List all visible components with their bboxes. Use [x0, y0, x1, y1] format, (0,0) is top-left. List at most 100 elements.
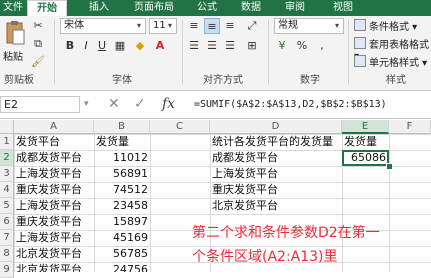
tab-view[interactable]: 视图 — [328, 0, 358, 16]
align-center-icon[interactable]: ☰ — [204, 38, 220, 54]
column-header-c[interactable]: C — [150, 120, 210, 134]
align-middle-icon[interactable]: ≡ — [204, 18, 220, 34]
enter-icon[interactable]: ✓ — [134, 96, 146, 112]
number-format-value: 常规 — [278, 20, 298, 31]
conditional-formatting-button[interactable]: 条件格式 ▾ — [354, 18, 417, 33]
cell-b8[interactable]: 56785 — [96, 246, 148, 262]
tab-data[interactable]: 数据 — [236, 0, 266, 16]
fill-handle[interactable] — [386, 163, 393, 170]
column-header-d[interactable]: D — [210, 120, 342, 134]
row-header[interactable]: 5 — [0, 198, 14, 214]
clipboard-group-label: 剪贴板 — [4, 75, 34, 86]
cell-b4[interactable]: 74512 — [96, 182, 148, 198]
font-name-value: 宋体 — [64, 20, 84, 31]
paste-icon — [6, 21, 25, 45]
format-painter-icon[interactable]: 🖌 — [30, 54, 46, 70]
alignment-group-label: 对齐方式 — [203, 75, 243, 86]
percent-icon[interactable]: % — [294, 38, 310, 54]
cell-d1[interactable]: 统计各发货平台的发货量 — [212, 134, 342, 150]
number-group-label: 数字 — [300, 75, 320, 86]
cut-icon[interactable]: ✂ — [30, 18, 46, 34]
cell-d2[interactable]: 成都发货平台 — [212, 150, 342, 166]
align-bottom-icon[interactable]: ≡ — [222, 18, 238, 34]
align-right-icon[interactable]: ☰ — [222, 38, 238, 54]
border-icon[interactable]: ▦ — [112, 38, 128, 54]
orientation-icon[interactable]: ⤢ — [244, 18, 260, 34]
conditional-formatting-label: 条件格式 — [369, 22, 409, 33]
row-header[interactable]: 8 — [0, 246, 14, 262]
chevron-down-icon: ▾ — [334, 21, 339, 30]
column-header-b[interactable]: B — [94, 120, 150, 134]
cell-b3[interactable]: 56891 — [96, 166, 148, 182]
number-format-select[interactable]: 常规 ▾ — [274, 18, 344, 34]
column-header-f[interactable]: F — [389, 120, 431, 134]
cell-a1[interactable]: 发货平台 — [16, 134, 94, 150]
column-header-e[interactable]: E — [342, 120, 389, 134]
cell-b2[interactable]: 11012 — [96, 150, 148, 166]
cell-d5[interactable]: 北京发货平台 — [212, 198, 342, 214]
select-all-corner[interactable] — [0, 120, 14, 134]
tab-review[interactable]: 审阅 — [280, 0, 310, 16]
copy-icon[interactable]: ⧉ — [30, 36, 46, 52]
cell-styles-button[interactable]: 单元格样式 ▾ — [354, 54, 427, 69]
row-header[interactable]: 1 — [0, 134, 14, 150]
cell-b9[interactable]: 24756 — [96, 262, 148, 272]
gridline — [94, 134, 95, 272]
cell-e1[interactable]: 发货量 — [344, 134, 389, 150]
row-header[interactable]: 4 — [0, 182, 14, 198]
font-name-select[interactable]: 宋体 ▾ — [60, 18, 146, 34]
ribbon-home: 粘贴 ✂ ⧉ 🖌 剪贴板 宋体 ▾ 11 ▾ B I U ▦ ◆ A 字体 ≡ … — [0, 16, 431, 91]
cell-b7[interactable]: 45169 — [96, 230, 148, 246]
cell-d3[interactable]: 上海发货平台 — [212, 166, 342, 182]
cell-b6[interactable]: 15897 — [96, 214, 148, 230]
align-left-icon[interactable]: ☰ — [186, 38, 202, 54]
formula-input[interactable]: =SUMIF($A$2:$A$13,D2,$B$2:$B$13) — [194, 96, 431, 113]
paste-button[interactable]: 粘贴 — [2, 20, 28, 63]
cell-d4[interactable]: 重庆发货平台 — [212, 182, 342, 198]
fill-color-icon[interactable]: ◆ — [132, 38, 148, 54]
cell-a9[interactable]: 北京发货平台 — [16, 262, 94, 272]
currency-icon[interactable]: ¥ — [274, 38, 290, 54]
row-header[interactable]: 2 — [0, 150, 14, 166]
format-as-table-icon — [354, 37, 366, 49]
cell-a3[interactable]: 上海发货平台 — [16, 166, 94, 182]
tab-page-layout[interactable]: 页面布局 — [128, 0, 180, 16]
cell-a4[interactable]: 重庆发货平台 — [16, 182, 94, 198]
font-color-icon[interactable]: A — [152, 38, 168, 54]
chevron-down-icon: ▾ — [136, 21, 141, 30]
row-header[interactable]: 6 — [0, 214, 14, 230]
row-header[interactable]: 9 — [0, 262, 14, 278]
italic-button[interactable]: I — [78, 38, 94, 54]
align-top-icon[interactable]: ≡ — [186, 18, 202, 34]
insert-function-icon[interactable]: fx — [162, 96, 175, 112]
font-size-select[interactable]: 11 ▾ — [149, 18, 177, 34]
active-cell-border — [342, 150, 389, 166]
row-header[interactable]: 7 — [0, 230, 14, 246]
tab-file[interactable]: 文件 — [0, 0, 26, 16]
cell-b1[interactable]: 发货量 — [96, 134, 148, 150]
cell-a6[interactable]: 重庆发货平台 — [16, 214, 94, 230]
merge-center-icon[interactable]: ⊞ — [244, 38, 260, 54]
cell-styles-label: 单元格样式 — [369, 58, 419, 69]
divider — [268, 20, 269, 84]
cell-a5[interactable]: 上海发货平台 — [16, 198, 94, 214]
gridline — [150, 134, 151, 272]
chevron-down-icon[interactable]: ▾ — [84, 99, 89, 109]
tab-formulas[interactable]: 公式 — [192, 0, 222, 16]
tab-home[interactable]: 开始 — [27, 0, 67, 16]
cancel-icon[interactable]: ✕ — [108, 96, 120, 112]
underline-button[interactable]: U — [94, 38, 110, 54]
cell-a2[interactable]: 成都发货平台 — [16, 150, 94, 166]
annotation-line-2: 个条件区域(A2:A13)里 — [192, 249, 338, 265]
bold-button[interactable]: B — [62, 38, 78, 54]
comma-style-icon[interactable]: , — [314, 38, 330, 54]
cell-a8[interactable]: 北京发货平台 — [16, 246, 94, 262]
tab-insert[interactable]: 插入 — [84, 0, 114, 16]
row-header[interactable]: 3 — [0, 166, 14, 182]
conditional-formatting-icon — [354, 19, 366, 31]
name-box[interactable]: E2 — [0, 96, 80, 113]
cell-a7[interactable]: 上海发货平台 — [16, 230, 94, 246]
cell-b5[interactable]: 23458 — [96, 198, 148, 214]
column-header-a[interactable]: A — [14, 120, 94, 134]
ribbon-tabs: 文件 开始 插入 页面布局 公式 数据 审阅 视图 — [0, 0, 431, 16]
